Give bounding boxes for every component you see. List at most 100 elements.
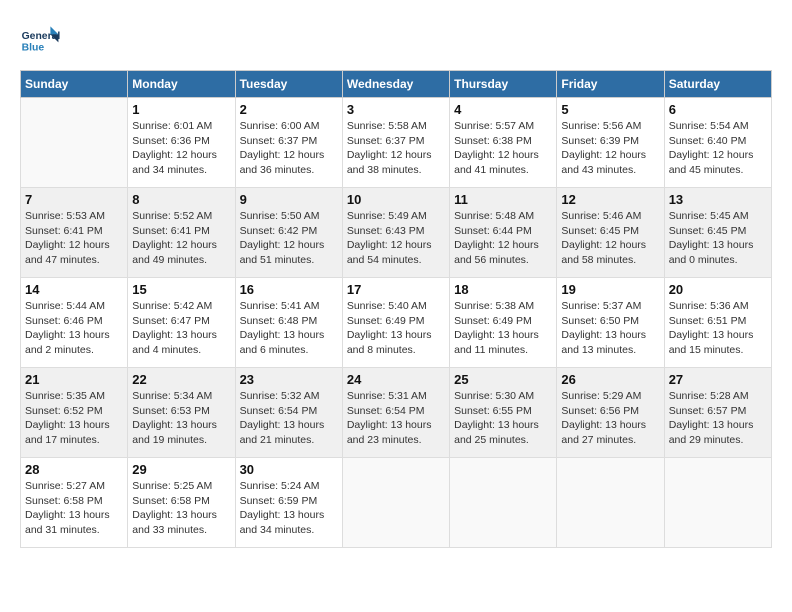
sunrise: Sunrise: 5:30 AM [454,389,552,404]
day-info: Sunrise: 5:45 AM Sunset: 6:45 PM Dayligh… [669,209,767,268]
daylight: Daylight: 13 hours and 11 minutes. [454,328,552,357]
day-info: Sunrise: 5:38 AM Sunset: 6:49 PM Dayligh… [454,299,552,358]
sunrise: Sunrise: 5:27 AM [25,479,123,494]
daylight: Daylight: 12 hours and 41 minutes. [454,148,552,177]
day-info: Sunrise: 5:24 AM Sunset: 6:59 PM Dayligh… [240,479,338,538]
sunrise: Sunrise: 5:57 AM [454,119,552,134]
sunrise: Sunrise: 5:25 AM [132,479,230,494]
calendar-cell: 28 Sunrise: 5:27 AM Sunset: 6:58 PM Dayl… [21,458,128,548]
daylight: Daylight: 13 hours and 34 minutes. [240,508,338,537]
logo-icon: General Blue [20,20,60,60]
day-number: 27 [669,372,767,387]
day-number: 26 [561,372,659,387]
daylight: Daylight: 13 hours and 33 minutes. [132,508,230,537]
day-info: Sunrise: 6:00 AM Sunset: 6:37 PM Dayligh… [240,119,338,178]
calendar-cell: 6 Sunrise: 5:54 AM Sunset: 6:40 PM Dayli… [664,98,771,188]
calendar-cell: 27 Sunrise: 5:28 AM Sunset: 6:57 PM Dayl… [664,368,771,458]
sunset: Sunset: 6:57 PM [669,404,767,419]
sunset: Sunset: 6:46 PM [25,314,123,329]
sunrise: Sunrise: 5:49 AM [347,209,445,224]
sunset: Sunset: 6:50 PM [561,314,659,329]
sunrise: Sunrise: 5:41 AM [240,299,338,314]
sunrise: Sunrise: 5:32 AM [240,389,338,404]
day-info: Sunrise: 5:41 AM Sunset: 6:48 PM Dayligh… [240,299,338,358]
week-row-5: 28 Sunrise: 5:27 AM Sunset: 6:58 PM Dayl… [21,458,772,548]
day-info: Sunrise: 5:50 AM Sunset: 6:42 PM Dayligh… [240,209,338,268]
daylight: Daylight: 13 hours and 8 minutes. [347,328,445,357]
sunset: Sunset: 6:37 PM [240,134,338,149]
calendar-cell: 29 Sunrise: 5:25 AM Sunset: 6:58 PM Dayl… [128,458,235,548]
calendar-cell: 26 Sunrise: 5:29 AM Sunset: 6:56 PM Dayl… [557,368,664,458]
daylight: Daylight: 12 hours and 45 minutes. [669,148,767,177]
sunset: Sunset: 6:58 PM [132,494,230,509]
calendar-cell [450,458,557,548]
day-info: Sunrise: 5:29 AM Sunset: 6:56 PM Dayligh… [561,389,659,448]
day-info: Sunrise: 5:53 AM Sunset: 6:41 PM Dayligh… [25,209,123,268]
sunset: Sunset: 6:44 PM [454,224,552,239]
daylight: Daylight: 13 hours and 23 minutes. [347,418,445,447]
weekday-header-friday: Friday [557,71,664,98]
day-number: 9 [240,192,338,207]
day-info: Sunrise: 6:01 AM Sunset: 6:36 PM Dayligh… [132,119,230,178]
sunset: Sunset: 6:40 PM [669,134,767,149]
sunrise: Sunrise: 5:36 AM [669,299,767,314]
sunrise: Sunrise: 5:46 AM [561,209,659,224]
sunrise: Sunrise: 5:44 AM [25,299,123,314]
calendar-cell: 17 Sunrise: 5:40 AM Sunset: 6:49 PM Dayl… [342,278,449,368]
day-number: 28 [25,462,123,477]
sunset: Sunset: 6:37 PM [347,134,445,149]
sunset: Sunset: 6:48 PM [240,314,338,329]
day-number: 10 [347,192,445,207]
daylight: Daylight: 13 hours and 17 minutes. [25,418,123,447]
day-info: Sunrise: 5:49 AM Sunset: 6:43 PM Dayligh… [347,209,445,268]
daylight: Daylight: 12 hours and 36 minutes. [240,148,338,177]
weekday-header-sunday: Sunday [21,71,128,98]
daylight: Daylight: 13 hours and 0 minutes. [669,238,767,267]
sunrise: Sunrise: 5:58 AM [347,119,445,134]
day-info: Sunrise: 5:25 AM Sunset: 6:58 PM Dayligh… [132,479,230,538]
sunset: Sunset: 6:54 PM [240,404,338,419]
daylight: Daylight: 13 hours and 4 minutes. [132,328,230,357]
day-number: 15 [132,282,230,297]
day-info: Sunrise: 5:42 AM Sunset: 6:47 PM Dayligh… [132,299,230,358]
daylight: Daylight: 12 hours and 43 minutes. [561,148,659,177]
day-number: 14 [25,282,123,297]
day-info: Sunrise: 5:27 AM Sunset: 6:58 PM Dayligh… [25,479,123,538]
sunrise: Sunrise: 5:52 AM [132,209,230,224]
sunset: Sunset: 6:52 PM [25,404,123,419]
sunrise: Sunrise: 5:42 AM [132,299,230,314]
sunset: Sunset: 6:49 PM [454,314,552,329]
sunrise: Sunrise: 5:34 AM [132,389,230,404]
calendar-cell: 21 Sunrise: 5:35 AM Sunset: 6:52 PM Dayl… [21,368,128,458]
day-number: 21 [25,372,123,387]
day-number: 12 [561,192,659,207]
daylight: Daylight: 12 hours and 58 minutes. [561,238,659,267]
day-number: 30 [240,462,338,477]
daylight: Daylight: 13 hours and 19 minutes. [132,418,230,447]
calendar-cell: 5 Sunrise: 5:56 AM Sunset: 6:39 PM Dayli… [557,98,664,188]
day-info: Sunrise: 5:54 AM Sunset: 6:40 PM Dayligh… [669,119,767,178]
daylight: Daylight: 13 hours and 13 minutes. [561,328,659,357]
day-number: 6 [669,102,767,117]
day-info: Sunrise: 5:32 AM Sunset: 6:54 PM Dayligh… [240,389,338,448]
daylight: Daylight: 12 hours and 47 minutes. [25,238,123,267]
daylight: Daylight: 12 hours and 51 minutes. [240,238,338,267]
day-info: Sunrise: 5:35 AM Sunset: 6:52 PM Dayligh… [25,389,123,448]
sunrise: Sunrise: 5:24 AM [240,479,338,494]
day-info: Sunrise: 5:48 AM Sunset: 6:44 PM Dayligh… [454,209,552,268]
week-row-1: 1 Sunrise: 6:01 AM Sunset: 6:36 PM Dayli… [21,98,772,188]
sunset: Sunset: 6:56 PM [561,404,659,419]
weekday-header-wednesday: Wednesday [342,71,449,98]
sunset: Sunset: 6:45 PM [561,224,659,239]
day-number: 1 [132,102,230,117]
daylight: Daylight: 13 hours and 25 minutes. [454,418,552,447]
day-number: 25 [454,372,552,387]
week-row-3: 14 Sunrise: 5:44 AM Sunset: 6:46 PM Dayl… [21,278,772,368]
day-info: Sunrise: 5:31 AM Sunset: 6:54 PM Dayligh… [347,389,445,448]
day-info: Sunrise: 5:34 AM Sunset: 6:53 PM Dayligh… [132,389,230,448]
daylight: Daylight: 13 hours and 15 minutes. [669,328,767,357]
day-number: 22 [132,372,230,387]
week-row-2: 7 Sunrise: 5:53 AM Sunset: 6:41 PM Dayli… [21,188,772,278]
sunset: Sunset: 6:36 PM [132,134,230,149]
sunrise: Sunrise: 5:48 AM [454,209,552,224]
